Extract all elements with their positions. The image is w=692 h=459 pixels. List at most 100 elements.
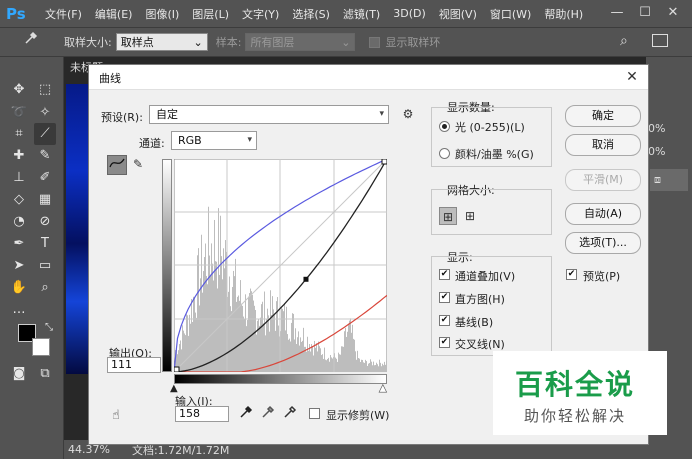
light-radio[interactable]	[439, 121, 450, 132]
ok-button[interactable]: 确定	[565, 105, 641, 127]
pencil-draw-icon[interactable]: ✎	[129, 155, 147, 173]
gray-eyedropper-icon[interactable]	[259, 405, 277, 423]
sample-size-label: 取样大小:	[64, 36, 112, 49]
white-eyedropper-icon[interactable]	[281, 405, 299, 423]
menu-select[interactable]: 选择(S)	[292, 6, 330, 22]
menu-type[interactable]: 文字(Y)	[242, 6, 279, 22]
curve-point-tool-icon[interactable]	[107, 155, 127, 175]
menu-view[interactable]: 视图(V)	[439, 6, 477, 22]
histogram-bar	[258, 319, 259, 372]
quick-mask-icon[interactable]: ◙	[8, 363, 30, 385]
intersection-line-checkbox[interactable]: ✔	[439, 337, 450, 348]
channel-select[interactable]: RGB ▾	[171, 131, 257, 150]
eyedropper-tool-icon[interactable]	[20, 31, 42, 53]
smooth-button[interactable]: 平滑(M)	[565, 169, 641, 191]
type-tool-icon[interactable]: T	[34, 233, 56, 255]
input-gradient-bar	[174, 374, 387, 384]
curves-graph[interactable]	[174, 159, 387, 372]
histogram-bar	[203, 271, 204, 372]
histogram-bar	[284, 303, 285, 372]
channel-overlays-checkbox[interactable]: ✔	[439, 269, 450, 280]
output-field[interactable]: 111	[107, 357, 161, 373]
menu-layer[interactable]: 图层(L)	[192, 6, 229, 22]
hand-tool-icon[interactable]: ✋	[8, 277, 30, 299]
dodge-tool-icon[interactable]: ⊘	[34, 211, 56, 233]
histogram-bar	[313, 355, 314, 372]
preset-options-gear-icon[interactable]: ⚙	[399, 105, 417, 123]
show-ring-checkbox[interactable]	[369, 36, 381, 48]
histogram-bar	[338, 352, 339, 372]
workspace-icon[interactable]	[652, 34, 668, 47]
histogram-bar	[208, 206, 209, 372]
minimize-button[interactable]: —	[605, 2, 629, 24]
eraser-tool-icon[interactable]: ◇	[8, 189, 30, 211]
healing-brush-icon[interactable]: ✚	[8, 145, 30, 167]
grid-simple-icon[interactable]: ⊞	[439, 207, 457, 225]
histogram-bar	[307, 336, 308, 372]
history-brush-icon[interactable]: ✐	[34, 167, 56, 189]
histogram-bar	[368, 363, 369, 372]
pen-tool-icon[interactable]: ✒	[8, 233, 30, 255]
curve-endpoint-white[interactable]	[381, 159, 387, 165]
baseline-checkbox[interactable]: ✔	[439, 315, 450, 326]
stamp-tool-icon[interactable]: ⊥	[8, 167, 30, 189]
show-clipping-checkbox[interactable]	[309, 408, 320, 419]
crop-tool-icon[interactable]: ⌗	[8, 123, 30, 145]
screen-mode-icon[interactable]: ⧉	[34, 363, 56, 385]
menu-file[interactable]: 文件(F)	[45, 6, 82, 22]
menu-image[interactable]: 图像(I)	[145, 6, 179, 22]
eyedropper-tool-active-icon[interactable]: ⟋	[34, 123, 56, 145]
chevron-down-icon: ⌄	[341, 35, 351, 49]
magic-wand-icon[interactable]: ✧	[34, 102, 56, 124]
swap-colors-icon[interactable]: ⤡	[38, 317, 60, 339]
curve-endpoint-black[interactable]	[174, 366, 180, 372]
histogram-bar	[341, 346, 342, 372]
layer-row[interactable]: ⧈	[650, 169, 688, 191]
blur-tool-icon[interactable]: ◔	[8, 211, 30, 233]
dialog-close-icon[interactable]: ✕	[622, 67, 642, 87]
marquee-tool-icon[interactable]: ⬚	[34, 79, 56, 101]
move-tool-icon[interactable]: ✥	[8, 79, 30, 101]
histogram-bar	[185, 335, 186, 372]
input-field[interactable]: 158	[175, 406, 229, 422]
on-image-adjust-hand-icon[interactable]: ☝	[107, 407, 125, 425]
histogram-bar	[190, 323, 191, 372]
menu-window[interactable]: 窗口(W)	[490, 6, 531, 22]
menu-filter[interactable]: 滤镜(T)	[343, 6, 380, 22]
menu-edit[interactable]: 编辑(E)	[95, 6, 133, 22]
pigment-radio[interactable]	[439, 148, 450, 159]
white-point-slider-icon[interactable]: ▲	[379, 383, 387, 395]
menu-help[interactable]: 帮助(H)	[544, 6, 583, 22]
path-select-icon[interactable]: ➤	[8, 255, 30, 277]
histogram-bar	[202, 292, 203, 372]
histogram-bar	[358, 358, 359, 372]
grid-detailed-icon[interactable]: ⊞	[461, 207, 479, 225]
histogram-bar	[344, 331, 345, 372]
histogram-checkbox[interactable]: ✔	[439, 292, 450, 303]
lasso-tool-icon[interactable]: ➰	[8, 102, 30, 124]
histogram-bar	[379, 359, 380, 372]
dialog-title: 曲线	[99, 72, 121, 85]
lock-icon: ⧈	[654, 173, 661, 186]
preset-select[interactable]: 自定 ▾	[149, 105, 389, 124]
sample-select[interactable]: 所有图层 ⌄	[245, 33, 356, 51]
brush-tool-icon[interactable]: ✎	[34, 145, 56, 167]
zoom-tool-icon[interactable]: ⌕	[34, 277, 56, 299]
more-tools-icon[interactable]: …	[8, 299, 30, 321]
shape-tool-icon[interactable]: ▭	[34, 255, 56, 277]
cancel-button[interactable]: 取消	[565, 134, 641, 156]
watermark: 百科全说 助你轻松解决	[493, 351, 667, 435]
background-color-swatch[interactable]	[32, 338, 50, 356]
histogram-bar	[271, 314, 272, 372]
search-icon[interactable]: ⌕	[620, 33, 628, 49]
window-close-button[interactable]: ✕	[661, 2, 685, 24]
curve-control-point[interactable]	[303, 276, 309, 282]
gradient-tool-icon[interactable]: ▦	[34, 189, 56, 211]
restore-button[interactable]: ☐	[633, 2, 657, 24]
black-eyedropper-icon[interactable]	[237, 405, 255, 423]
auto-button[interactable]: 自动(A)	[565, 203, 641, 225]
options-button[interactable]: 选项(T)...	[565, 232, 641, 254]
sample-size-select[interactable]: 取样点 ⌄	[115, 33, 208, 51]
menu-3d[interactable]: 3D(D)	[393, 7, 426, 20]
preview-checkbox[interactable]: ✔	[566, 269, 577, 280]
